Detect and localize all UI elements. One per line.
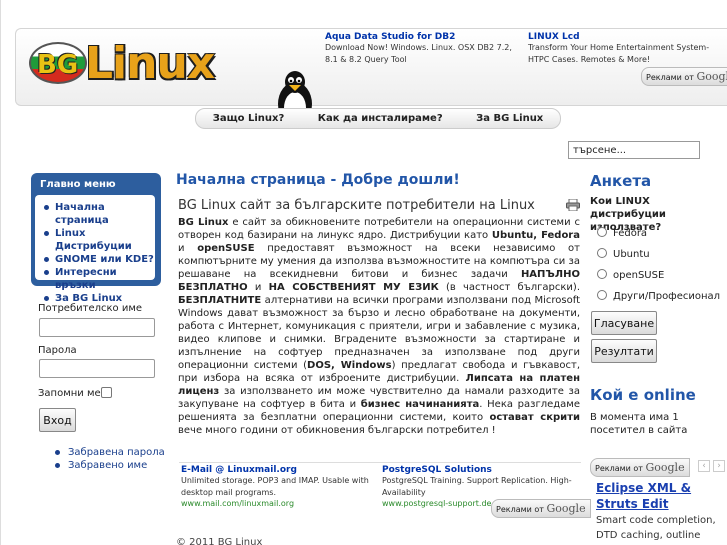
article-body: BG Linux е сайт за обикновените потребит… (178, 216, 580, 437)
vote-button[interactable]: Гласуване (591, 311, 657, 335)
main-nav: Защо Linux? Как да инсталираме? За BG Li… (195, 108, 561, 129)
radio-icon (597, 269, 607, 279)
ad-title-link[interactable]: Aqua Data Studio for DB2 (325, 32, 521, 42)
remember-label: Запомни ме (38, 388, 101, 399)
forgot-username-link[interactable]: Забравено име (53, 459, 165, 472)
poll-option-opensuse[interactable]: openSUSE (597, 269, 664, 281)
nav-item-about[interactable]: За BG Linux (462, 113, 557, 124)
radio-icon (597, 290, 607, 300)
ad-title-link[interactable]: Eclipse XML & Struts Edit (596, 480, 727, 512)
results-button[interactable]: Резултати (591, 339, 657, 363)
site-logo[interactable]: BG Linux (29, 36, 315, 128)
ad-title-link[interactable]: LINUX Lcd (528, 32, 727, 42)
content-ad-1[interactable]: E-Mail @ Linuxmail.org Unlimited storage… (181, 465, 371, 508)
remember-checkbox[interactable] (101, 387, 112, 398)
article-text: и (247, 282, 269, 293)
article-bold-text: BG Linux (178, 217, 229, 228)
menu-item-distributions[interactable]: Linux Дистрибуции (41, 227, 155, 253)
next-ad-icon[interactable]: › (713, 460, 725, 472)
forgot-password-link[interactable]: Забравена парола (53, 446, 165, 459)
article-bold-text: бизнес начинанията (360, 399, 480, 410)
username-field[interactable] (39, 318, 155, 337)
header-ad-1[interactable]: Aqua Data Studio for DB2 Download Now! W… (325, 32, 521, 66)
login-button[interactable]: Вход (39, 408, 76, 432)
password-label: Парола (38, 345, 77, 356)
poll-option-fedora[interactable]: Fedora (597, 227, 647, 239)
online-title: Кой е online (590, 386, 696, 404)
menu-item-gnome-kde[interactable]: GNOME или KDE? (41, 253, 155, 266)
menu-item-home[interactable]: Начална страница (41, 201, 155, 227)
article-text: и (178, 243, 198, 254)
ad-title-link[interactable]: E-Mail @ Linuxmail.org (181, 465, 371, 475)
ads-by-google-label[interactable]: Реклами от Google (590, 458, 690, 477)
ad-url[interactable]: www.mail.com/linuxmail.org (181, 499, 371, 508)
article-text: (в частност български). (438, 282, 581, 293)
radio-icon (597, 248, 607, 258)
article-bold-text: НА СОБСТВЕНИЯТ МУ ЕЗИК (268, 282, 439, 293)
poll-option-ubuntu[interactable]: Ubuntu (597, 248, 650, 260)
search-input[interactable] (568, 141, 700, 159)
content-ads: E-Mail @ Linuxmail.org Unlimited storage… (179, 462, 591, 518)
article-title: BG Linux сайт за българските потребители… (178, 198, 535, 213)
main-menu: Главно меню Начална страница Linux Дистр… (31, 173, 161, 304)
nav-item-why-linux[interactable]: Защо Linux? (199, 113, 299, 124)
username-label: Потребителско име (38, 303, 143, 314)
header-ad-2[interactable]: LINUX Lcd Transform Your Home Entertainm… (528, 32, 727, 66)
ad-text: Unlimited storage. POP3 and IMAP. Usable… (181, 476, 369, 497)
online-text: В момента има 1 посетител в сайта (590, 412, 688, 436)
ad-text: PostgreSQL Training. Support Replication… (382, 476, 572, 497)
ad-title-link[interactable]: PostgreSQL Solutions (382, 465, 581, 475)
logo-badge: BG (29, 42, 87, 84)
article-bold-text: DOS, Windows (307, 360, 392, 371)
ad-text: Transform Your Home Entertainment System… (528, 43, 710, 64)
radio-icon (597, 227, 607, 237)
ad-text: Smart code completion, DTD caching, outl… (596, 515, 716, 541)
menu-item-links[interactable]: Интересни връзки (41, 266, 155, 292)
article-bold-text: остават скрити (489, 412, 580, 423)
page: BG Linux Aqua Data Studio for DB2 Downlo… (0, 0, 727, 545)
ad-text: Download Now! Windows. Linux. OSX DB2 7.… (325, 43, 512, 64)
copyright: © 2011 BG Linux (176, 537, 263, 545)
logo-text: Linux (85, 38, 215, 89)
article-bold-text: БЕЗПЛАТНИТЕ (178, 295, 262, 306)
article-bold-text: openSUSE (197, 243, 255, 254)
ads-by-google-label[interactable]: Реклами от Google (641, 67, 727, 86)
poll-title: Анкета (590, 172, 652, 190)
account-links: Забравена парола Забравено име (53, 446, 165, 472)
page-title: Начална страница - Добре дошли! (176, 172, 460, 188)
nav-item-install[interactable]: Как да инсталираме? (304, 113, 457, 124)
ads-by-google-label[interactable]: Реклами от Google (491, 499, 591, 518)
password-field[interactable] (39, 359, 155, 378)
prev-ad-icon[interactable]: ‹ (698, 460, 710, 472)
article-bold-text: Ubuntu, Fedora (491, 230, 580, 241)
article-text: вече много години от обикновения българс… (178, 425, 496, 436)
sidebar-ad[interactable]: Реклами от Google ‹ › Eclipse XML & Stru… (590, 458, 727, 545)
menu-title: Главно меню (40, 179, 116, 190)
print-icon[interactable] (566, 199, 580, 211)
poll-option-other[interactable]: Други/Професионал (597, 290, 720, 302)
